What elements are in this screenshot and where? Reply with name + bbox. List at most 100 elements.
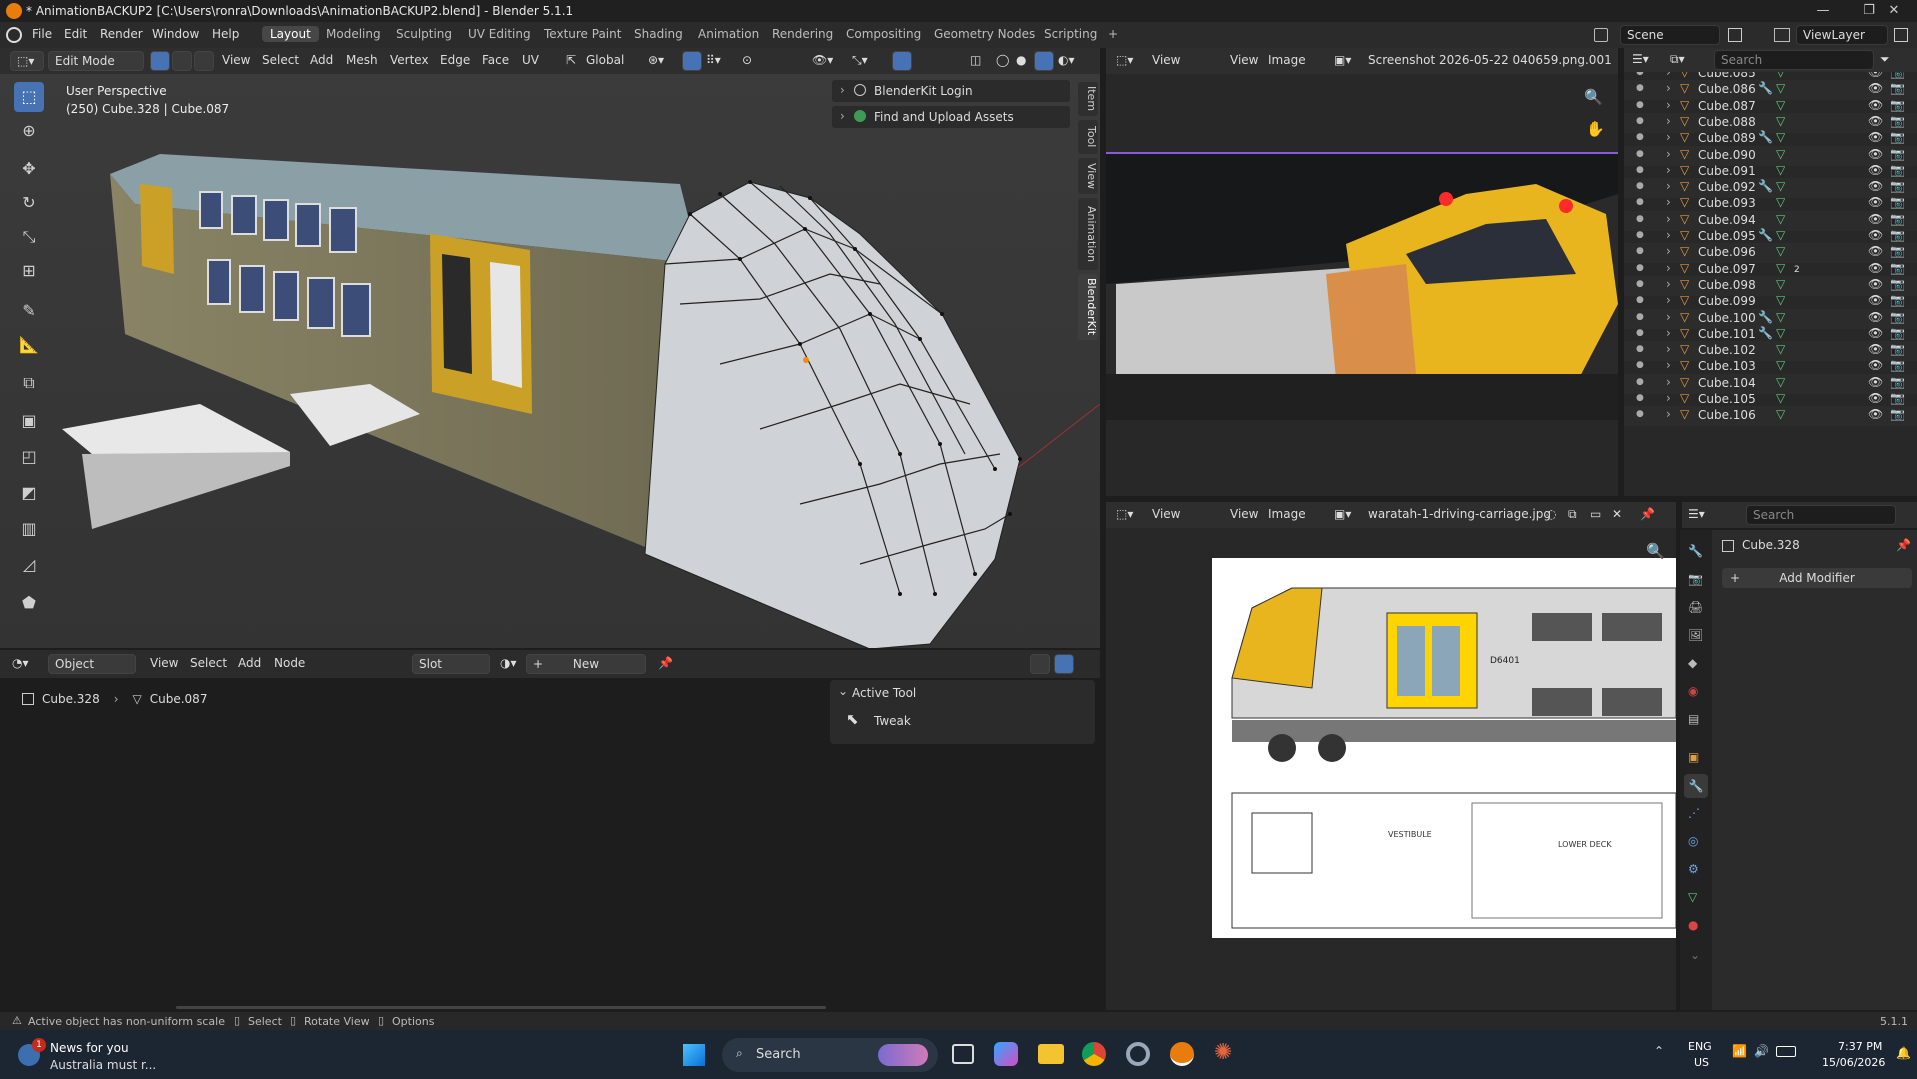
editor-type-button[interactable]: ◔▾: [12, 656, 29, 670]
visibility-eye-icon[interactable]: 👁: [1868, 342, 1883, 356]
close-button[interactable]: ✕: [1871, 0, 1917, 22]
render-camera-icon[interactable]: 📷: [1890, 212, 1905, 226]
3d-viewport[interactable]: User Perspective (250) Cube.328 | Cube.0…: [0, 74, 1100, 648]
windows-start-icon[interactable]: [683, 1044, 705, 1066]
blender-taskbar-icon[interactable]: [1170, 1042, 1194, 1066]
menu-window[interactable]: Window: [152, 27, 199, 41]
visibility-eye-icon[interactable]: 👁: [1868, 391, 1883, 405]
chevron-right-icon[interactable]: ›: [1666, 342, 1671, 356]
outliner-row[interactable]: ● › ▽ Cube.106 ▽ 👁 📷: [1624, 406, 1917, 427]
image-name-field[interactable]: Screenshot 2026-05-22 040659.png.001: [1368, 53, 1612, 67]
chevron-right-icon[interactable]: ›: [1666, 358, 1671, 372]
render-camera-icon[interactable]: 📷: [1890, 98, 1905, 112]
visibility-eye-icon[interactable]: 👁: [1868, 407, 1883, 421]
scale-tool-icon[interactable]: ⤡: [14, 222, 44, 252]
visibility-eye-icon[interactable]: 👁: [1868, 326, 1883, 340]
image-browse-icon[interactable]: ▣▾: [1334, 507, 1351, 521]
particles-properties-icon[interactable]: ⋰: [1688, 806, 1700, 820]
render-camera-icon[interactable]: 📷: [1890, 228, 1905, 242]
new-scene-icon[interactable]: [1728, 28, 1742, 42]
view-layer-properties-icon[interactable]: 🖼: [1688, 628, 1703, 642]
cursor-tool-icon[interactable]: ⊕: [14, 116, 44, 146]
menu-file[interactable]: File: [32, 27, 52, 41]
gizmo-icon[interactable]: ⤡▾: [852, 53, 868, 68]
view-layer-selector[interactable]: ViewLayer: [1796, 25, 1888, 45]
minimize-button[interactable]: —: [1800, 0, 1846, 22]
inset-tool-icon[interactable]: ◰: [14, 442, 44, 472]
modifier-properties-icon[interactable]: 🔧: [1684, 774, 1708, 798]
visibility-eye-icon[interactable]: 👁: [1868, 98, 1883, 112]
transform-orientation-selector[interactable]: Global: [586, 53, 624, 67]
image-editor-bottom-canvas[interactable]: D6401 VESTIBULE LOWER DECK 🔍: [1106, 528, 1676, 1010]
chevron-right-icon[interactable]: ›: [1666, 391, 1671, 405]
settings-icon[interactable]: [1126, 1042, 1150, 1066]
chevron-right-icon[interactable]: ›: [1666, 277, 1671, 291]
node-overlay-toggle[interactable]: [1030, 654, 1050, 674]
tab-sculpting[interactable]: Sculpting: [388, 26, 460, 42]
visibility-eye-icon[interactable]: 👁: [1868, 375, 1883, 389]
chevron-right-icon[interactable]: ›: [1666, 212, 1671, 226]
chevron-right-icon[interactable]: ›: [1666, 326, 1671, 340]
img-menu-view[interactable]: View: [1230, 53, 1258, 67]
proportional-edit-icon[interactable]: ⊙: [742, 53, 752, 67]
tab-view[interactable]: View: [1078, 158, 1098, 194]
outliner-list[interactable]: ● › ▽ Cube.085 ▽ 👁 📷 ● › ▽ Cube.086 🔧 ▽ 👁 📷 ● › ▽ Cube.087…: [1624, 72, 1917, 496]
render-camera-icon[interactable]: 📷: [1890, 163, 1905, 177]
shading-solid-icon[interactable]: ●: [1016, 53, 1026, 67]
loop-cut-tool-icon[interactable]: ▥: [14, 514, 44, 544]
knife-tool-icon[interactable]: ◿: [14, 550, 44, 580]
blenderkit-login-panel[interactable]: › BlenderKit Login: [832, 80, 1070, 102]
poly-build-tool-icon[interactable]: ⬟: [14, 588, 44, 618]
visibility-eye-icon[interactable]: 👁: [1868, 163, 1883, 177]
chevron-right-icon[interactable]: ›: [1666, 293, 1671, 307]
render-camera-icon[interactable]: 📷: [1890, 195, 1905, 209]
zoom-icon[interactable]: 🔍: [1646, 542, 1665, 560]
taskbar-search-box[interactable]: ⌕ Search: [722, 1038, 938, 1072]
display-mode-icon[interactable]: ⧉▾: [1670, 52, 1685, 67]
editor-type-button[interactable]: ☰▾: [1688, 507, 1705, 521]
select-mode-face[interactable]: [194, 51, 214, 71]
add-cube-tool-icon[interactable]: ⧉: [14, 368, 44, 398]
chevron-right-icon[interactable]: ›: [1666, 407, 1671, 421]
render-camera-icon[interactable]: 📷: [1890, 81, 1905, 95]
xray-icon[interactable]: ◫: [970, 53, 981, 67]
vp-menu-vertex[interactable]: Vertex: [390, 53, 429, 67]
tab-tool[interactable]: Tool: [1078, 120, 1098, 154]
properties-search-input[interactable]: Search: [1746, 505, 1896, 525]
view-mode-selector[interactable]: View: [1152, 507, 1180, 521]
visibility-eye-icon[interactable]: 👁: [1868, 72, 1883, 79]
render-camera-icon[interactable]: 📷: [1890, 326, 1905, 340]
horizontal-scrollbar[interactable]: [176, 1006, 826, 1009]
chevron-right-icon[interactable]: ›: [1666, 130, 1671, 144]
add-modifier-button[interactable]: + Add Modifier: [1722, 568, 1912, 588]
open-image-folder-icon[interactable]: ▭: [1590, 507, 1601, 521]
world-properties-icon[interactable]: ◉: [1688, 684, 1698, 698]
vp-menu-edge[interactable]: Edge: [440, 53, 470, 67]
render-camera-icon[interactable]: 📷: [1890, 391, 1905, 405]
render-camera-icon[interactable]: 📷: [1890, 72, 1905, 79]
editor-type-button[interactable]: ⬚▾: [1116, 507, 1133, 521]
move-tool-icon[interactable]: ✥: [14, 154, 44, 184]
select-box-tool-icon[interactable]: ⬚: [14, 82, 44, 112]
visibility-eye-icon[interactable]: 👁: [1868, 212, 1883, 226]
pan-hand-icon[interactable]: ✋: [1586, 120, 1605, 138]
chevron-right-icon[interactable]: ›: [1666, 72, 1671, 79]
tab-texture-paint[interactable]: Texture Paint: [536, 26, 629, 42]
fake-user-shield-icon[interactable]: ◌: [1546, 507, 1556, 521]
render-camera-icon[interactable]: 📷: [1890, 130, 1905, 144]
chevron-right-icon[interactable]: ›: [1666, 261, 1671, 275]
chevron-right-icon[interactable]: ›: [1666, 114, 1671, 128]
notification-bell-icon[interactable]: 🔔: [1896, 1046, 1911, 1060]
tab-animation[interactable]: Animation: [690, 26, 767, 42]
visibility-eye-icon[interactable]: 👁: [1868, 147, 1883, 161]
collection-properties-icon[interactable]: ▤: [1688, 712, 1699, 726]
tab-layout[interactable]: Layout: [262, 26, 319, 42]
vp-menu-add[interactable]: Add: [310, 53, 333, 67]
node-gizmo-toggle[interactable]: [1054, 654, 1074, 674]
shading-material-icon[interactable]: [1034, 51, 1054, 71]
pin-icon[interactable]: 📌: [658, 656, 673, 670]
node-menu-select[interactable]: Select: [190, 656, 227, 670]
unlink-image-icon[interactable]: ✕: [1612, 507, 1622, 521]
menu-help[interactable]: Help: [212, 27, 239, 41]
pin-icon[interactable]: 📌: [1896, 538, 1911, 552]
